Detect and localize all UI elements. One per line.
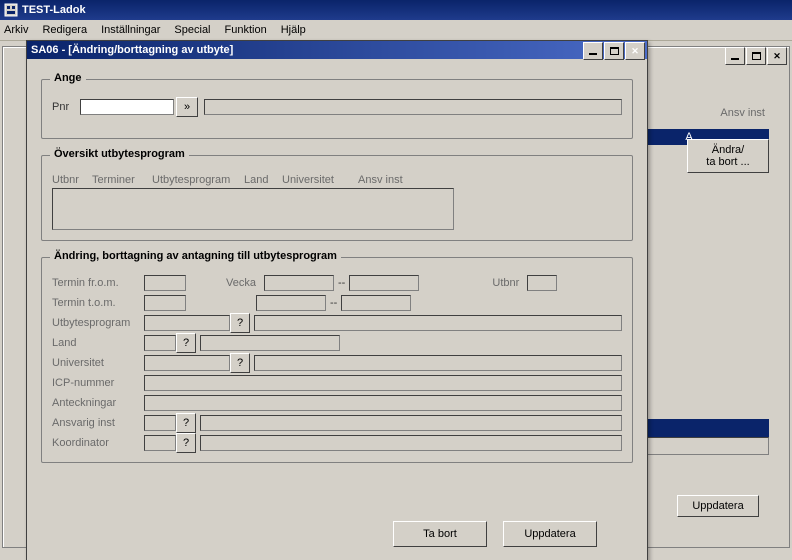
dialog-titlebar[interactable]: SA06 - [Ändring/borttagning av utbyte] [27, 41, 647, 59]
lbl-termin-from: Termin fr.o.m. [52, 277, 144, 289]
ov-hdr-ansv: Ansv inst [358, 174, 403, 186]
row-land: Land ? [52, 334, 622, 352]
bg-minimize-button[interactable] [725, 47, 745, 65]
dialog-body: Ange Pnr » Översikt utbytesprogram Utbnr… [27, 59, 647, 489]
ansvarig-lookup-button[interactable]: ? [176, 413, 196, 433]
pnr-row: Pnr » [52, 97, 622, 117]
menu-redigera[interactable]: Redigera [42, 24, 87, 36]
group-ange-title: Ange [50, 72, 86, 84]
field-ansvarig-name [200, 415, 622, 431]
dialog-close-button[interactable] [625, 42, 645, 60]
ov-hdr-terminer: Terminer [92, 174, 146, 186]
group-andring-title: Ändring, borttagning av antagning till u… [50, 250, 341, 262]
ov-hdr-utbnr: Utbnr [52, 174, 86, 186]
lbl-program: Utbytesprogram [52, 317, 144, 329]
menu-funktion[interactable]: Funktion [225, 24, 267, 36]
lbl-termin-tom: Termin t.o.m. [52, 297, 144, 309]
main-window: TEST-Ladok Arkiv Redigera Inställningar … [0, 0, 792, 560]
row-anteck: Anteckningar [52, 394, 622, 412]
menu-arkiv[interactable]: Arkiv [4, 24, 28, 36]
row-univ: Universitet ? [52, 354, 622, 372]
group-oversikt-title: Översikt utbytesprogram [50, 148, 189, 160]
pnr-label: Pnr [52, 101, 80, 113]
dialog-sa06: SA06 - [Ändring/borttagning av utbyte] A… [26, 40, 648, 560]
field-univ-name [254, 355, 622, 371]
row-termin-from: Termin fr.o.m. Vecka -- Utbnr [52, 274, 622, 292]
field-vecka-from-end[interactable] [349, 275, 419, 291]
bg-maximize-button[interactable] [746, 47, 766, 65]
lbl-icp: ICP-nummer [52, 377, 144, 389]
field-termin-tom[interactable] [144, 295, 186, 311]
field-univ-code[interactable] [144, 355, 230, 371]
pnr-display-field [204, 99, 622, 115]
field-ansvarig-code[interactable] [144, 415, 176, 431]
dialog-minimize-button[interactable] [583, 42, 603, 60]
field-land-code[interactable] [144, 335, 176, 351]
main-titlebar: TEST-Ladok [0, 0, 792, 20]
univ-lookup-button[interactable]: ? [230, 353, 250, 373]
lbl-anteck: Anteckningar [52, 397, 144, 409]
program-lookup-button[interactable]: ? [230, 313, 250, 333]
field-termin-from[interactable] [144, 275, 186, 291]
row-ansvarig: Ansvarig inst ? [52, 414, 622, 432]
lbl-utbnr: Utbnr [419, 277, 527, 289]
koord-lookup-button[interactable]: ? [176, 433, 196, 453]
lbl-land: Land [52, 337, 144, 349]
uppdatera-button[interactable]: Uppdatera [503, 521, 597, 547]
menu-hjalp[interactable]: Hjälp [281, 24, 306, 36]
overview-headers: Utbnr Terminer Utbytesprogram Land Unive… [52, 174, 622, 186]
dialog-window-controls [582, 42, 645, 60]
field-vecka-tom-start[interactable] [256, 295, 326, 311]
land-lookup-button[interactable]: ? [176, 333, 196, 353]
ov-hdr-univ: Universitet [282, 174, 352, 186]
field-vecka-tom-end[interactable] [341, 295, 411, 311]
lbl-vecka: Vecka [186, 277, 264, 289]
group-oversikt: Översikt utbytesprogram Utbnr Terminer U… [41, 155, 633, 241]
field-program-name [254, 315, 622, 331]
overview-list[interactable] [52, 188, 454, 230]
ta-bort-button[interactable]: Ta bort [393, 521, 487, 547]
bg-uppdatera-button[interactable]: Uppdatera [677, 495, 759, 517]
dialog-button-bar: Ta bort Uppdatera [393, 521, 597, 547]
bg-window-controls [724, 47, 787, 65]
row-termin-tom: Termin t.o.m. -- [52, 294, 622, 312]
dialog-maximize-button[interactable] [604, 42, 624, 60]
sep-vecka-1: -- [338, 277, 345, 289]
lbl-koord: Koordinator [52, 437, 144, 449]
pnr-input[interactable] [80, 99, 174, 115]
field-anteck[interactable] [144, 395, 622, 411]
group-ange: Ange Pnr » [41, 79, 633, 139]
row-program: Utbytesprogram ? [52, 314, 622, 332]
menu-installningar[interactable]: Inställningar [101, 24, 160, 36]
field-icp[interactable] [144, 375, 622, 391]
field-koord-name [200, 435, 622, 451]
pnr-lookup-button[interactable]: » [176, 97, 198, 117]
client-area: et Ansv inst A Ändra/ ta bort ... Uppdat… [0, 40, 792, 560]
field-utbnr[interactable] [527, 275, 557, 291]
app-title: TEST-Ladok [22, 4, 86, 16]
field-koord-code[interactable] [144, 435, 176, 451]
menu-bar: Arkiv Redigera Inställningar Special Fun… [0, 20, 792, 41]
ov-hdr-land: Land [244, 174, 276, 186]
menu-special[interactable]: Special [174, 24, 210, 36]
group-andring: Ändring, borttagning av antagning till u… [41, 257, 633, 463]
lbl-univ: Universitet [52, 357, 144, 369]
bg-close-button[interactable] [767, 47, 787, 65]
row-icp: ICP-nummer [52, 374, 622, 392]
ov-hdr-program: Utbytesprogram [152, 174, 238, 186]
app-icon [4, 3, 18, 17]
field-program-code[interactable] [144, 315, 230, 331]
lbl-ansvarig: Ansvarig inst [52, 417, 144, 429]
field-land-name [200, 335, 340, 351]
sep-vecka-2: -- [330, 297, 337, 309]
field-vecka-from-start[interactable] [264, 275, 334, 291]
bg-header-ansv: Ansv inst [720, 107, 765, 119]
dialog-title-text: SA06 - [Ändring/borttagning av utbyte] [31, 44, 233, 56]
bg-andra-button[interactable]: Ändra/ ta bort ... [687, 139, 769, 173]
row-koord: Koordinator ? [52, 434, 622, 452]
